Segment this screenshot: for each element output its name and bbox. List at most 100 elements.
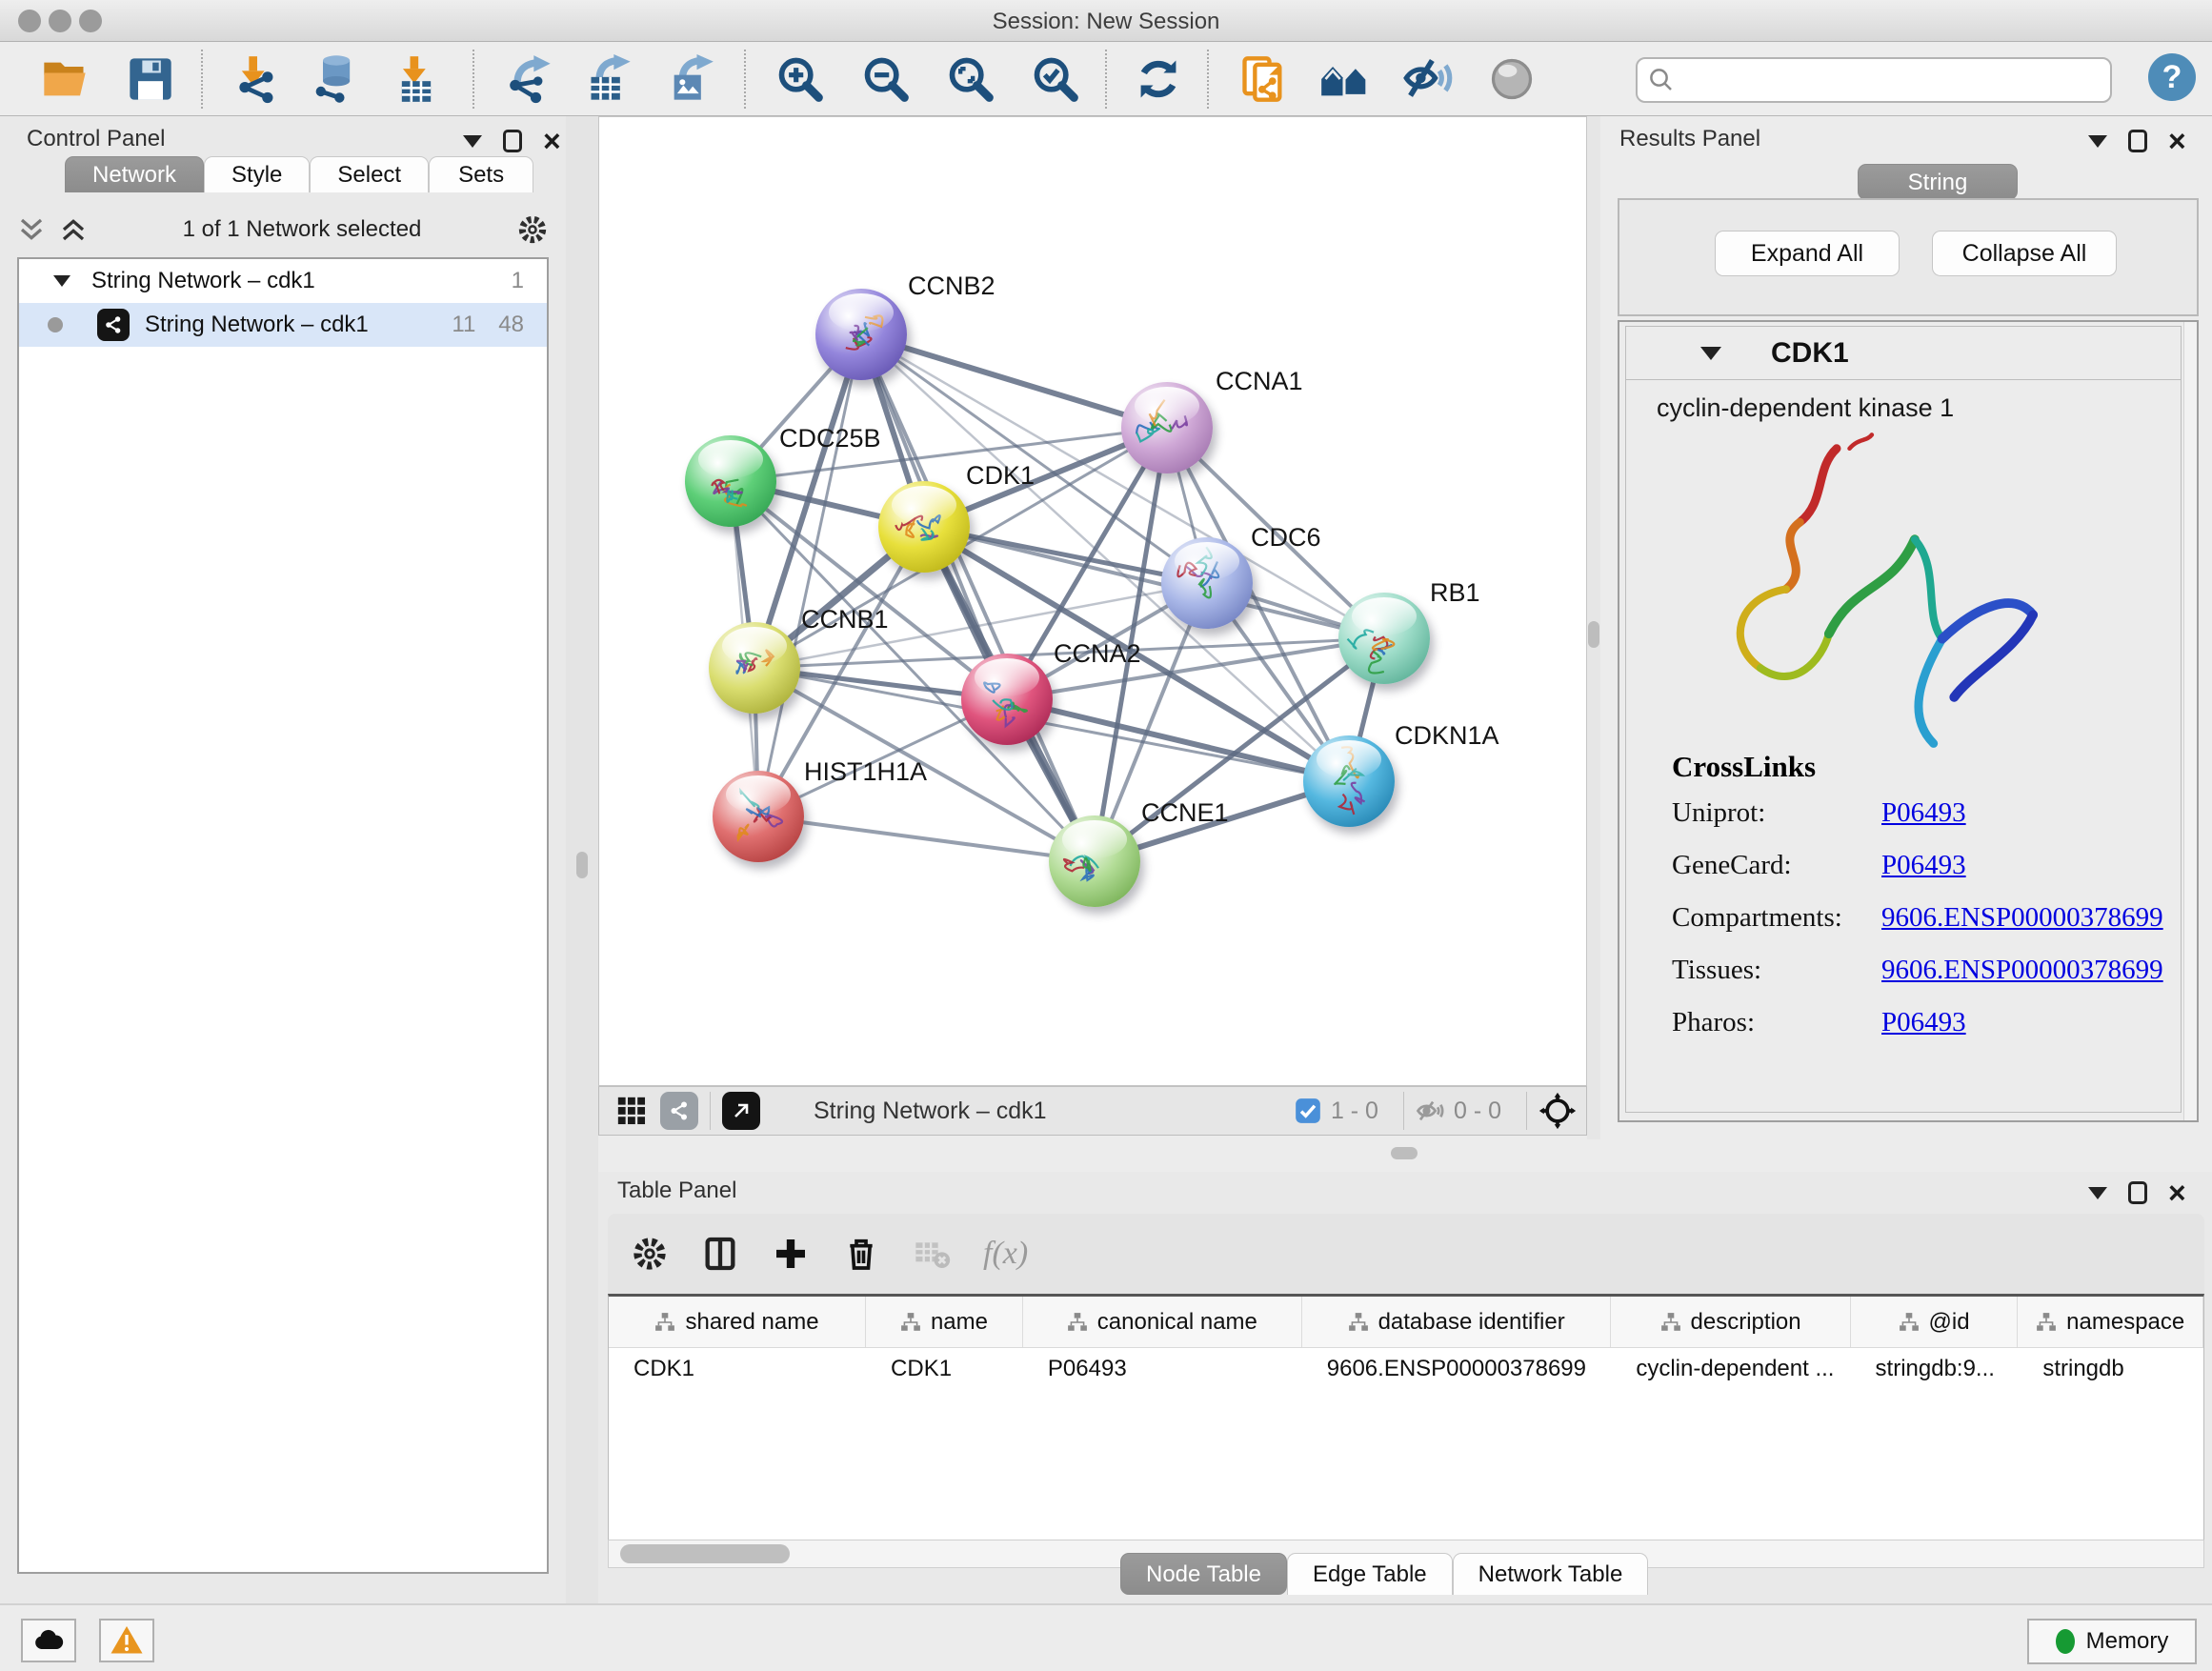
hidden-eye-icon[interactable] — [1416, 1097, 1444, 1125]
vertical-splitter[interactable] — [1587, 116, 1600, 1139]
import-network-from-database-icon[interactable] — [309, 52, 362, 106]
tab-string[interactable]: String — [1858, 164, 2018, 200]
crosslink-link[interactable]: 9606.ENSP00000378699 — [1881, 955, 2163, 986]
network-node-CCNE1[interactable] — [1049, 815, 1140, 907]
splitter-handle[interactable] — [1391, 1147, 1418, 1159]
tab-node-table[interactable]: Node Table — [1120, 1553, 1287, 1595]
close-panel-icon[interactable]: × — [543, 130, 561, 152]
column-header-name[interactable]: name — [866, 1297, 1023, 1347]
gear-icon[interactable] — [631, 1235, 669, 1273]
save-session-icon[interactable] — [124, 52, 177, 106]
export-network-icon[interactable] — [503, 52, 556, 106]
table-cell[interactable]: P06493 — [1023, 1348, 1302, 1392]
column-header-database-identifier[interactable]: database identifier — [1302, 1297, 1612, 1347]
tab-edge-table[interactable]: Edge Table — [1287, 1553, 1453, 1595]
export-table-icon[interactable] — [583, 52, 636, 106]
search-input[interactable] — [1676, 67, 2110, 93]
zoom-selected-icon[interactable] — [1029, 52, 1082, 106]
export-image-icon[interactable] — [664, 52, 717, 106]
collapse-panel-icon[interactable] — [2088, 135, 2107, 148]
splitter-handle[interactable] — [1588, 621, 1599, 648]
collapse-all-button[interactable]: Collapse All — [1932, 231, 2117, 276]
table-cell[interactable]: cyclin-dependent ... — [1611, 1348, 1850, 1392]
selected-checkbox-icon[interactable] — [1295, 1097, 1321, 1124]
table-cell[interactable]: CDK1 — [866, 1348, 1023, 1392]
import-network-icon[interactable] — [231, 52, 284, 106]
float-panel-icon[interactable] — [2128, 130, 2147, 152]
grid-view-icon[interactable] — [613, 1092, 651, 1130]
tab-style[interactable]: Style — [204, 156, 310, 192]
network-node-CDC6[interactable] — [1161, 537, 1253, 629]
horizontal-splitter[interactable] — [598, 1136, 2212, 1172]
column-header-canonical-name[interactable]: canonical name — [1023, 1297, 1302, 1347]
network-node-CCNB2[interactable] — [815, 289, 907, 380]
node-table[interactable]: shared namenamecanonical namedatabase id… — [608, 1294, 2204, 1540]
glass-ball-icon[interactable] — [1485, 52, 1538, 106]
refresh-icon[interactable] — [1132, 52, 1185, 106]
column-header-description[interactable]: description — [1611, 1297, 1850, 1347]
column-header-@id[interactable]: @id — [1851, 1297, 2019, 1347]
network-node-CCNA2[interactable] — [961, 654, 1053, 745]
network-collection-row[interactable]: String Network – cdk1 1 — [19, 259, 547, 303]
show-enhanced-labels-icon[interactable] — [1401, 52, 1455, 106]
crosslink-link[interactable]: P06493 — [1881, 797, 1966, 829]
network-node-RB1[interactable] — [1338, 593, 1430, 684]
results-scroll-area[interactable]: CDK1 cyclin-dependent kinase 1 CrossLink… — [1618, 320, 2199, 1122]
network-canvas[interactable]: CCNB2CCNA1CDC25BCDK1CDC6RB1CCNB1CCNA2CDK… — [598, 116, 1587, 1086]
collapse-panel-icon[interactable] — [463, 135, 482, 148]
help-button[interactable]: ? — [2148, 53, 2196, 101]
gear-icon[interactable] — [516, 213, 549, 246]
tab-sets[interactable]: Sets — [429, 156, 533, 192]
search-field[interactable] — [1636, 57, 2112, 103]
open-session-icon[interactable] — [38, 52, 91, 106]
splitter-handle[interactable] — [576, 852, 588, 878]
expand-all-button[interactable]: Expand All — [1715, 231, 1900, 276]
delete-column-icon[interactable] — [842, 1235, 880, 1273]
select-columns-icon[interactable] — [701, 1235, 739, 1273]
birds-eye-view-icon[interactable] — [722, 1092, 760, 1130]
expand-all-icon[interactable] — [59, 215, 88, 244]
fit-content-crosshair-icon[interactable] — [1538, 1092, 1577, 1130]
crosslink-link[interactable]: P06493 — [1881, 850, 1966, 881]
home-icon[interactable] — [1317, 52, 1371, 106]
network-node-CCNB1[interactable] — [709, 622, 800, 714]
import-table-icon[interactable] — [390, 52, 443, 106]
tab-select[interactable]: Select — [310, 156, 429, 192]
network-node-CDK1[interactable] — [878, 481, 970, 573]
add-column-icon[interactable] — [772, 1235, 810, 1273]
table-cell[interactable]: stringdb — [2018, 1348, 2203, 1392]
close-panel-icon[interactable]: × — [2168, 1181, 2186, 1204]
collapse-panel-icon[interactable] — [2088, 1187, 2107, 1199]
crosslink-link[interactable]: P06493 — [1881, 1007, 1966, 1038]
gene-section-header[interactable]: CDK1 — [1626, 327, 2181, 380]
vertical-splitter[interactable] — [566, 116, 598, 1603]
network-edge[interactable] — [758, 816, 1095, 861]
results-scrollbar[interactable] — [2183, 322, 2197, 1120]
section-collapse-icon[interactable] — [1700, 347, 1721, 360]
string-import-icon[interactable] — [1237, 52, 1290, 106]
zoom-in-icon[interactable] — [774, 52, 827, 106]
network-share-icon[interactable] — [660, 1092, 698, 1130]
network-node-HIST1H1A[interactable] — [713, 771, 804, 862]
tree-expand-icon[interactable] — [53, 275, 70, 287]
table-cell[interactable]: 9606.ENSP00000378699 — [1302, 1348, 1612, 1392]
zoom-out-icon[interactable] — [859, 52, 913, 106]
tab-network[interactable]: Network — [65, 156, 204, 192]
memory-button[interactable]: Memory — [2027, 1619, 2197, 1664]
collapse-all-icon[interactable] — [17, 215, 46, 244]
float-panel-icon[interactable] — [2128, 1181, 2147, 1204]
network-node-CDKN1A[interactable] — [1303, 735, 1395, 827]
scrollbar-thumb[interactable] — [620, 1544, 790, 1563]
crosslink-link[interactable]: 9606.ENSP00000378699 — [1881, 902, 2163, 934]
table-cell[interactable]: CDK1 — [609, 1348, 866, 1392]
table-row[interactable]: CDK1CDK1P064939606.ENSP00000378699cyclin… — [609, 1348, 2203, 1392]
zoom-fit-icon[interactable] — [944, 52, 997, 106]
tab-network-table[interactable]: Network Table — [1453, 1553, 1649, 1595]
column-header-namespace[interactable]: namespace — [2018, 1297, 2203, 1347]
network-row[interactable]: String Network – cdk1 11 48 — [19, 303, 547, 347]
network-node-CDC25B[interactable] — [685, 435, 776, 527]
close-panel-icon[interactable]: × — [2168, 130, 2186, 152]
network-edge[interactable] — [758, 334, 861, 816]
cloud-button[interactable] — [21, 1619, 76, 1662]
table-cell[interactable]: stringdb:9... — [1851, 1348, 2019, 1392]
